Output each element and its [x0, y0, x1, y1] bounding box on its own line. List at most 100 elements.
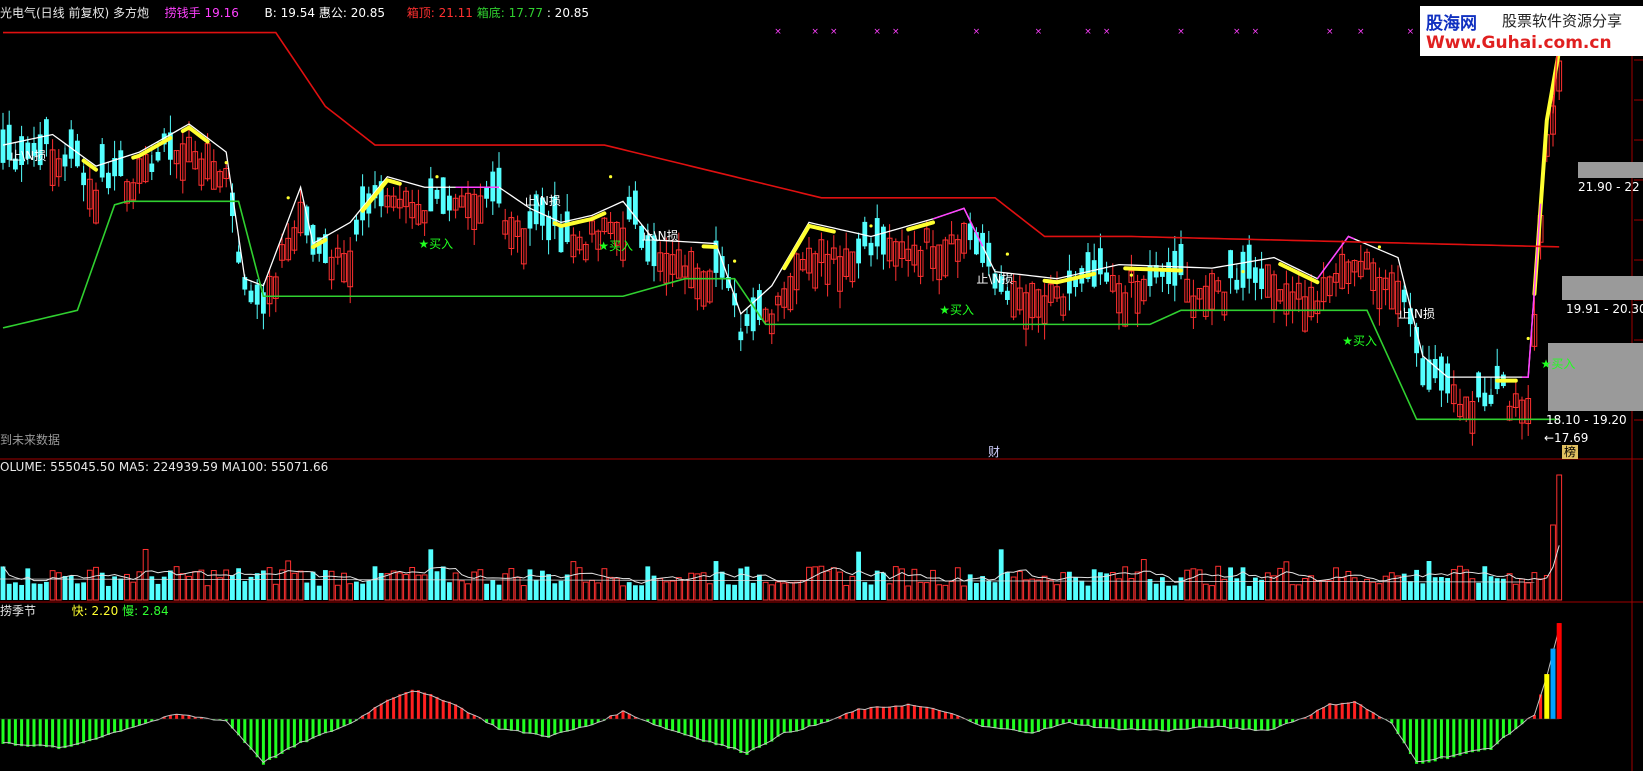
- volume-bar-96: [595, 582, 602, 601]
- volume-bar-127: [787, 581, 794, 601]
- volume-bar-24: [149, 576, 155, 600]
- volume-bar-41: [254, 573, 260, 600]
- volume-bar-17: [106, 585, 111, 600]
- volume-bar-15: [93, 566, 99, 601]
- volume-bar-249: [1543, 575, 1550, 601]
- volume-bar-35: [217, 577, 223, 601]
- volume-bar-121: [750, 582, 756, 600]
- volume-bar-156: [967, 574, 973, 600]
- volume-bar-12: [75, 583, 80, 600]
- volume-bar-194: [1202, 583, 1209, 601]
- signal-label-1: 止\N损: [523, 194, 561, 209]
- signal-label-7: ★买入: [939, 303, 974, 318]
- candle-body-239: [1482, 392, 1488, 407]
- volume-bar-151: [936, 584, 943, 601]
- volume-bar-182: [1128, 578, 1135, 601]
- volume-bar-30: [186, 575, 192, 601]
- volume-panel[interactable]: [0, 474, 1563, 601]
- volume-bar-10: [62, 576, 68, 600]
- logo-url: Www.Guhai.com.cn: [1426, 33, 1612, 53]
- yellow-dot-10: [1526, 336, 1530, 341]
- lao-value: 19.16: [204, 6, 239, 20]
- x-marker-11: ×: [1252, 27, 1260, 37]
- season-name: 捞季节: [0, 604, 37, 618]
- candle-body-17: [106, 172, 111, 189]
- zone-label-upper: 21.90 - 22: [1578, 180, 1640, 194]
- volume-bar-116: [719, 571, 725, 600]
- volume-bar-162: [1005, 571, 1010, 600]
- season-final-bar-2: [1556, 623, 1562, 719]
- volume-bar-60: [372, 566, 378, 600]
- volume-bar-229: [1420, 583, 1426, 600]
- ma5-label: MA5:: [118, 460, 150, 474]
- volume-bar-54: [334, 584, 341, 601]
- slow-value: 2.84: [141, 604, 169, 618]
- volume-bar-3: [19, 584, 24, 600]
- x-marker-7: ×: [1084, 27, 1092, 37]
- candle-body-138: [856, 238, 861, 264]
- volume-bar-152: [942, 584, 949, 601]
- candle-body-25: [155, 151, 161, 161]
- candle-body-85: [527, 211, 533, 229]
- candle-body-71: [440, 177, 446, 214]
- volume-bar-251: [1556, 474, 1563, 601]
- b-label: B:: [264, 6, 277, 20]
- volume-bar-122: [757, 574, 762, 600]
- volume-bar-98: [607, 576, 614, 601]
- signal-label-6: ★买入: [598, 238, 633, 253]
- volume-bar-133: [824, 570, 831, 601]
- volume-bar-201: [1246, 585, 1252, 600]
- volume-bar-76: [471, 571, 478, 601]
- candle-body-50: [310, 224, 316, 255]
- volume-bar-101: [626, 582, 632, 600]
- volume-bar-154: [954, 567, 961, 601]
- volume-bar-198: [1228, 567, 1233, 600]
- volume-bar-202: [1253, 577, 1258, 600]
- volume-bar-225: [1395, 575, 1401, 601]
- volume-bar-95: [589, 579, 595, 601]
- x-marker-10: ×: [1233, 27, 1241, 37]
- volume-bar-155: [961, 585, 967, 601]
- volume-bar-53: [328, 570, 335, 601]
- volume-bar-78: [484, 583, 489, 600]
- volume-bar-117: [726, 584, 731, 600]
- yellow-dot-4: [733, 259, 737, 263]
- volume-bar-140: [868, 584, 874, 600]
- volume-bar-203: [1259, 579, 1264, 600]
- x-marker-8: ×: [1103, 27, 1111, 37]
- volume-bar-83: [514, 577, 521, 601]
- volume-bar-130: [806, 566, 812, 601]
- candle-body-172: [1067, 270, 1072, 294]
- yellow-dot-0: [224, 161, 228, 165]
- signal-label-0: 止\N损: [9, 148, 47, 163]
- yellow-dot-6: [1005, 252, 1010, 256]
- volume-bar-146: [905, 585, 912, 601]
- fast-label: 快:: [71, 604, 88, 618]
- candle-body-11: [68, 129, 74, 159]
- volume-bar-63: [390, 570, 397, 601]
- price-header: 光电气(日线 前复权) 多方炮 捞钱手 19.16 B: 19.54 惠公: 2…: [0, 6, 589, 20]
- x-marker-14: ×: [1407, 27, 1415, 37]
- candle-body-72: [447, 195, 452, 211]
- volume-bar-147: [911, 568, 918, 601]
- candle-body-40: [248, 290, 254, 303]
- season-panel[interactable]: [0, 623, 1562, 765]
- volume-bar-174: [1079, 580, 1085, 600]
- volume-bar-137: [849, 575, 856, 601]
- bang-marker: 榜: [1562, 445, 1579, 459]
- volume-bar-64: [396, 572, 403, 601]
- volume-bar-185: [1147, 579, 1153, 600]
- candle-body-24: [149, 163, 155, 172]
- volume-bar-13: [81, 582, 86, 600]
- volume-bar-234: [1450, 569, 1457, 601]
- volume-bar-92: [570, 561, 577, 601]
- volume-bar-143: [886, 583, 893, 601]
- volume-bar-176: [1091, 569, 1097, 600]
- volume-bar-149: [923, 582, 930, 601]
- volume-bar-103: [639, 585, 644, 600]
- x-marker-12: ×: [1326, 27, 1334, 37]
- volume-bar-179: [1109, 572, 1116, 601]
- volume-bar-99: [613, 577, 620, 601]
- price-panel[interactable]: ×××××××××××××××××: [0, 21, 1643, 446]
- volume-bar-247: [1531, 572, 1538, 601]
